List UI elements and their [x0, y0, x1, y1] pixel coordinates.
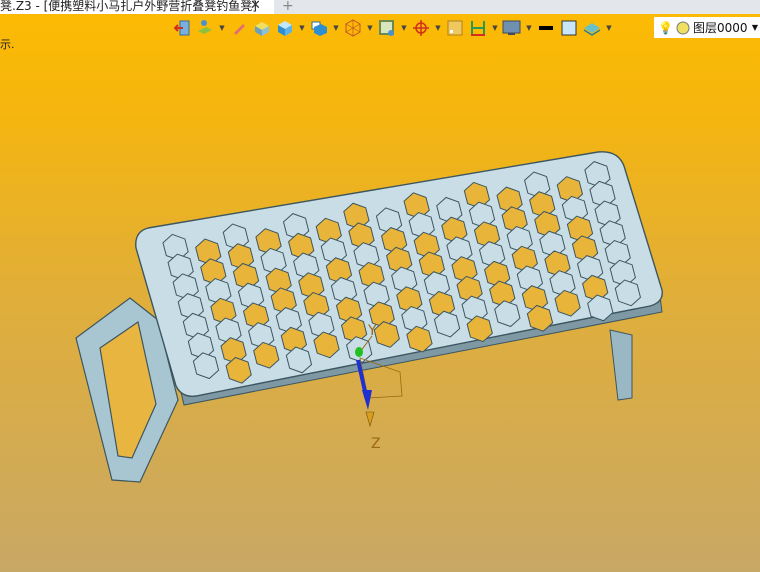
z-axis-tip [362, 390, 372, 410]
stool-leg [609, 329, 633, 401]
z-axis-label: Z [371, 436, 381, 452]
3d-viewport[interactable]: Y Z [0, 0, 760, 572]
y-axis-label: Y [367, 323, 377, 339]
z-axis-cone [365, 411, 375, 428]
origin-marker [355, 347, 363, 357]
